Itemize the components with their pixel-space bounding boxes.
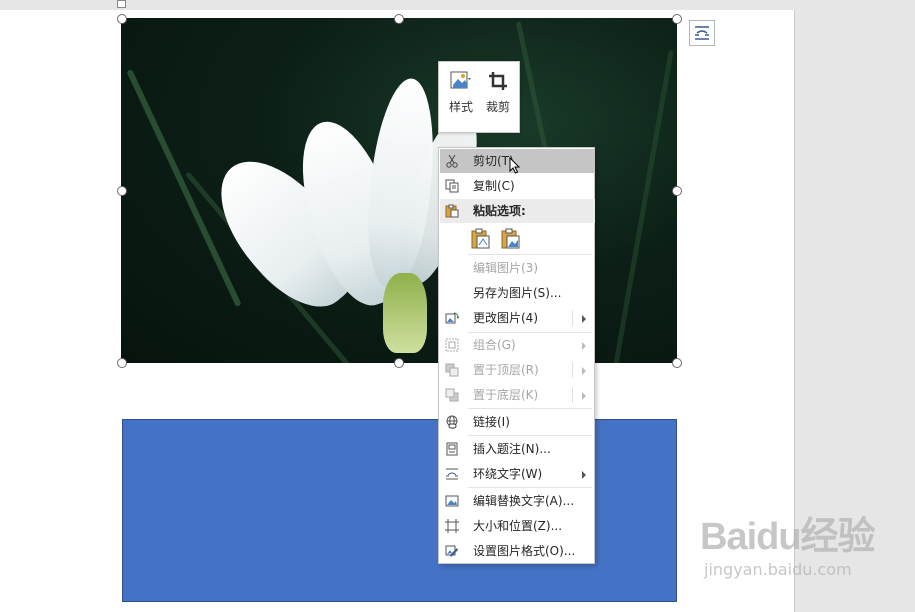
menu-item-label: 设置图片格式(O)... <box>473 544 576 558</box>
size-position-icon <box>445 519 459 533</box>
format-picture-icon <box>445 545 458 557</box>
submenu-divider <box>572 310 573 326</box>
send-to-back-icon <box>445 388 459 402</box>
menu-item-label: 另存为图片(S)... <box>473 286 562 300</box>
watermark-url: jingyan.baidu.com <box>704 560 852 579</box>
submenu-divider <box>572 387 573 403</box>
menu-item-bring-to-front: 置于顶层(R) <box>440 358 595 382</box>
resize-handle-right[interactable] <box>672 186 682 196</box>
menu-item-label: 大小和位置(Z)... <box>473 519 563 533</box>
menu-item-label: 编辑图片(3) <box>473 261 538 275</box>
paste-options-row <box>440 224 595 254</box>
paste-keep-source-icon[interactable] <box>471 228 491 250</box>
menu-item-label: 链接(I) <box>473 415 510 429</box>
mini-toolbar: 样式 裁剪 <box>438 61 520 133</box>
menu-item-copy[interactable]: 复制(C) <box>440 174 595 198</box>
menu-item-group: 组合(G) <box>440 333 595 357</box>
submenu-divider <box>572 362 573 378</box>
menu-item-send-to-back: 置于底层(K) <box>440 383 595 407</box>
submenu-arrow-icon <box>582 315 586 323</box>
crop-button[interactable]: 裁剪 <box>480 68 516 124</box>
crop-icon <box>487 70 509 92</box>
style-button[interactable]: 样式 <box>443 68 479 124</box>
context-menu: 剪切(T) 复制(C) 粘贴选项: 编辑图片(3) 另存为图片(S)... 更改… <box>438 147 595 564</box>
menu-section-paste-options: 粘贴选项: <box>440 199 595 223</box>
menu-item-change-picture[interactable]: 更改图片(4) <box>440 306 595 330</box>
menu-item-label: 编辑替换文字(A)... <box>473 494 575 508</box>
mouse-cursor-icon <box>509 157 521 174</box>
menu-separator <box>468 435 592 436</box>
menu-item-label: 置于顶层(R) <box>473 363 539 377</box>
crop-button-label: 裁剪 <box>485 100 510 114</box>
menu-item-label: 置于底层(K) <box>473 388 539 402</box>
menu-item-label: 组合(G) <box>473 338 516 352</box>
menu-item-size-and-position[interactable]: 大小和位置(Z)... <box>440 514 595 538</box>
layout-options-button[interactable] <box>689 20 715 46</box>
clipboard-icon <box>445 204 459 218</box>
menu-item-label: 插入题注(N)... <box>473 442 551 456</box>
menu-separator <box>468 254 592 255</box>
submenu-arrow-icon <box>582 342 586 350</box>
copy-icon <box>445 179 459 193</box>
menu-item-link[interactable]: 链接(I) <box>440 410 595 434</box>
submenu-arrow-icon <box>582 367 586 375</box>
resize-handle-top-right[interactable] <box>672 14 682 24</box>
menu-separator <box>468 487 592 488</box>
menu-item-format-picture[interactable]: 设置图片格式(O)... <box>440 539 595 563</box>
resize-handle-top[interactable] <box>394 14 404 24</box>
paragraph-mark <box>117 0 126 8</box>
resize-handle-top-left[interactable] <box>117 14 127 24</box>
menu-item-label: 剪切(T) <box>473 154 514 168</box>
group-icon <box>445 338 459 352</box>
paste-as-picture-icon[interactable] <box>501 228 521 250</box>
change-picture-icon <box>445 312 459 324</box>
paste-options-label: 粘贴选项: <box>473 204 526 218</box>
alt-text-icon <box>445 495 459 507</box>
style-button-label: 样式 <box>448 100 473 114</box>
resize-handle-bottom[interactable] <box>394 358 404 368</box>
leaf-blade <box>613 49 674 363</box>
menu-item-wrap-text[interactable]: 环绕文字(W) <box>440 462 595 486</box>
menu-item-label: 更改图片(4) <box>473 311 538 325</box>
watermark-logo: Baidu经验 <box>700 516 876 558</box>
wrap-text-icon <box>446 468 458 480</box>
flower-base <box>383 273 427 353</box>
menu-item-edit-picture: 编辑图片(3) <box>440 256 595 280</box>
scissors-icon <box>446 154 458 168</box>
baidu-watermark: Baidu经验 jingyan.baidu.com <box>700 505 900 585</box>
menu-separator <box>468 408 592 409</box>
resize-handle-bottom-left[interactable] <box>117 358 127 368</box>
caption-icon <box>446 442 458 456</box>
link-icon <box>446 415 458 429</box>
layout-options-icon <box>695 26 709 40</box>
menu-item-insert-caption[interactable]: 插入题注(N)... <box>440 437 595 461</box>
menu-item-label: 复制(C) <box>473 179 515 193</box>
bring-to-front-icon <box>445 363 459 377</box>
resize-handle-left[interactable] <box>117 186 127 196</box>
menu-item-label: 环绕文字(W) <box>473 467 543 481</box>
picture-style-icon <box>450 70 472 92</box>
menu-item-edit-alt-text[interactable]: 编辑替换文字(A)... <box>440 489 595 513</box>
submenu-arrow-icon <box>582 471 586 479</box>
menu-item-save-as-picture[interactable]: 另存为图片(S)... <box>440 281 595 305</box>
submenu-arrow-icon <box>582 392 586 400</box>
resize-handle-bottom-right[interactable] <box>672 358 682 368</box>
